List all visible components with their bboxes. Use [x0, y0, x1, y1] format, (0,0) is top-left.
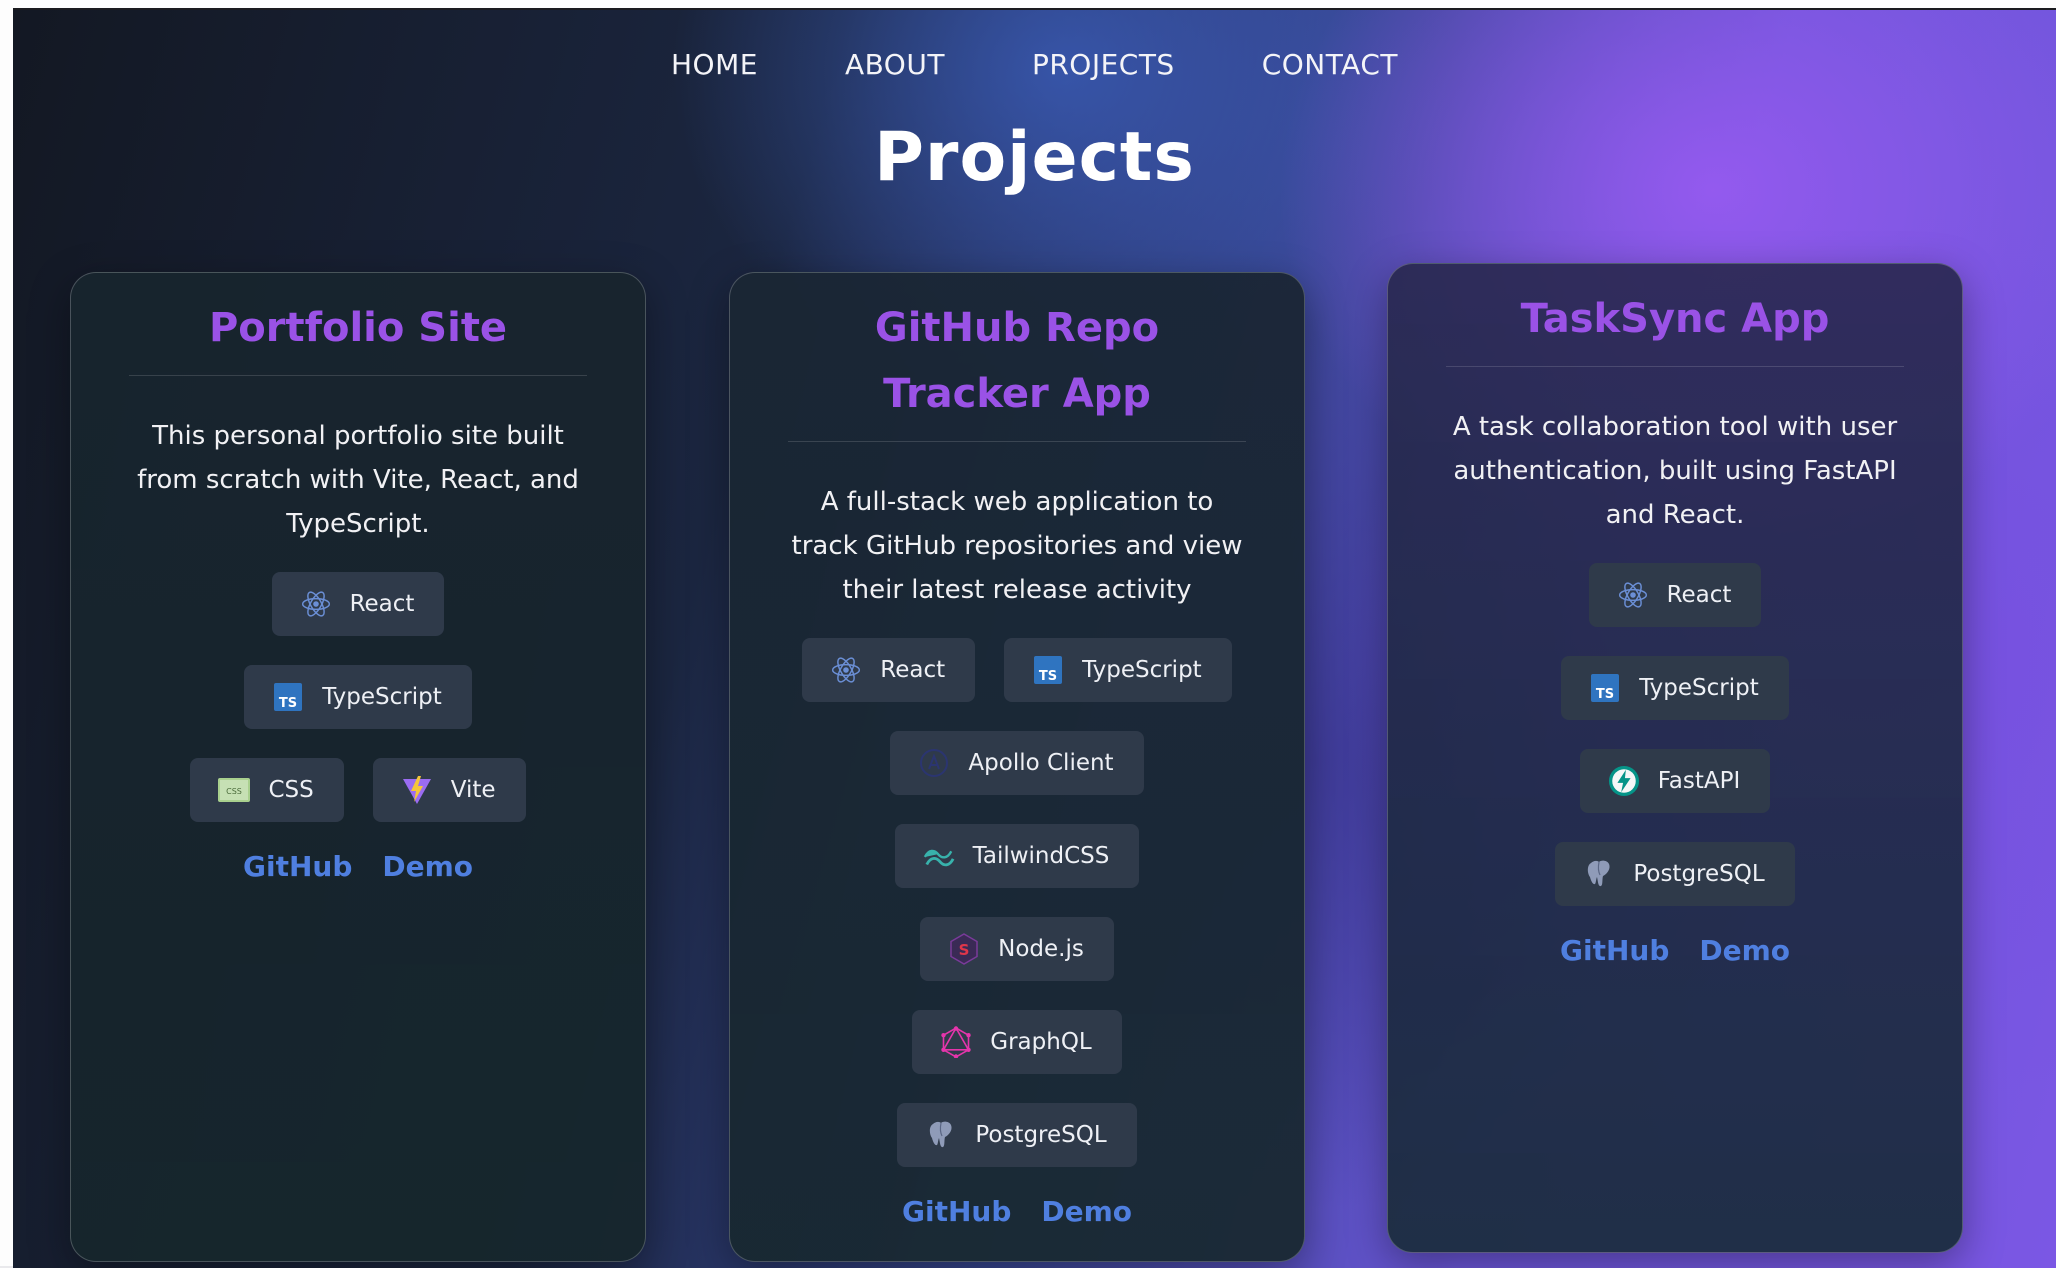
postgresql-icon [925, 1119, 957, 1151]
tech-tags: React TS TypeScript FastAPI PostgreSQL [1446, 563, 1904, 906]
tech-tag: CSS CSS [190, 758, 344, 822]
tech-tag-label: PostgreSQL [975, 1122, 1107, 1148]
typescript-icon: TS [1032, 654, 1064, 686]
tech-tag-label: Apollo Client [968, 750, 1114, 776]
demo-link[interactable]: Demo [382, 850, 473, 883]
tech-tag: React [802, 638, 976, 702]
tech-tag-label: TypeScript [1082, 657, 1202, 683]
github-link[interactable]: GitHub [1560, 934, 1669, 967]
project-description: A task collaboration tool with user auth… [1452, 412, 1898, 530]
tech-tag-label: TailwindCSS [972, 843, 1110, 869]
tech-tag-label: PostgreSQL [1633, 861, 1765, 887]
typescript-icon: TS [272, 681, 304, 713]
tech-tag-label: Node.js [998, 936, 1084, 962]
tech-tag: TailwindCSS [894, 824, 1140, 888]
project-card-github-repo-tracker: GitHub Repo Tracker App A full-stack web… [729, 272, 1305, 1262]
tech-tag-label: FastAPI [1657, 768, 1741, 794]
graphql-icon [940, 1026, 972, 1058]
tech-tag-label: React [349, 591, 415, 617]
tech-tag: GraphQL [912, 1010, 1122, 1074]
tech-tags: React TS TypeScript Apollo Client Tailwi… [788, 638, 1246, 1167]
nav-projects[interactable]: PROJECTS [1032, 48, 1175, 81]
tech-tag: Vite [372, 758, 526, 822]
tech-tag: TS TypeScript [1004, 638, 1232, 702]
react-icon [830, 654, 862, 686]
project-title: Portfolio Site [129, 273, 587, 376]
github-link[interactable]: GitHub [902, 1195, 1011, 1228]
browser-frame: HOME ABOUT PROJECTS CONTACT Projects Por… [0, 0, 2056, 1268]
page: HOME ABOUT PROJECTS CONTACT Projects Por… [13, 8, 2056, 1268]
tech-tag: FastAPI [1579, 749, 1771, 813]
tech-tags: React TS TypeScript CSS CSS Vite [129, 572, 587, 822]
svg-text:TS: TS [1039, 669, 1057, 684]
nav-contact[interactable]: CONTACT [1262, 48, 1398, 81]
nodejs-icon: S [948, 933, 980, 965]
tech-tag: Apollo Client [890, 731, 1144, 795]
tailwind-icon [923, 840, 955, 872]
svg-text:S: S [959, 941, 970, 959]
tech-tag: TS TypeScript [244, 665, 472, 729]
demo-link[interactable]: Demo [1699, 934, 1790, 967]
tech-tag-label: Vite [450, 777, 496, 803]
tech-tag-label: CSS [268, 777, 314, 803]
project-title: TaskSync App [1446, 264, 1904, 367]
project-card-portfolio-site: Portfolio Site This personal portfolio s… [70, 272, 646, 1262]
page-title: Projects [874, 118, 1195, 197]
tech-tag: TS TypeScript [1561, 656, 1789, 720]
project-title: GitHub Repo Tracker App [788, 273, 1246, 442]
vite-icon [401, 774, 433, 806]
tech-tag-label: TypeScript [1639, 675, 1759, 701]
github-link[interactable]: GitHub [243, 850, 352, 883]
tech-tag-label: TypeScript [322, 684, 442, 710]
tech-tag: PostgreSQL [897, 1103, 1137, 1167]
top-nav: HOME ABOUT PROJECTS CONTACT [13, 48, 2056, 81]
react-icon [1617, 579, 1649, 611]
fastapi-icon [1608, 765, 1640, 797]
project-card-tasksync-app: TaskSync App A task collaboration tool w… [1387, 263, 1963, 1253]
tech-tag: PostgreSQL [1555, 842, 1795, 906]
svg-text:CSS: CSS [227, 787, 243, 796]
demo-link[interactable]: Demo [1041, 1195, 1132, 1228]
tech-tag-label: GraphQL [990, 1029, 1092, 1055]
nav-about[interactable]: ABOUT [845, 48, 945, 81]
postgresql-icon [1583, 858, 1615, 890]
tech-tag: React [1588, 563, 1762, 627]
svg-text:TS: TS [279, 696, 297, 711]
tech-tag: S Node.js [920, 917, 1114, 981]
tech-tag: React [271, 572, 445, 636]
typescript-icon: TS [1589, 672, 1621, 704]
project-links: GitHub Demo [788, 1195, 1246, 1228]
svg-text:TS: TS [1596, 687, 1614, 702]
project-links: GitHub Demo [1446, 934, 1904, 967]
project-links: GitHub Demo [129, 850, 587, 883]
tech-tag-label: React [880, 657, 946, 683]
react-icon [300, 588, 332, 620]
css-icon: CSS [218, 774, 251, 806]
nav-home[interactable]: HOME [671, 48, 758, 81]
project-description: A full-stack web application to track Gi… [791, 487, 1243, 605]
project-description: This personal portfolio site built from … [137, 421, 579, 539]
tech-tag-label: React [1666, 582, 1732, 608]
apollo-icon [918, 747, 950, 779]
